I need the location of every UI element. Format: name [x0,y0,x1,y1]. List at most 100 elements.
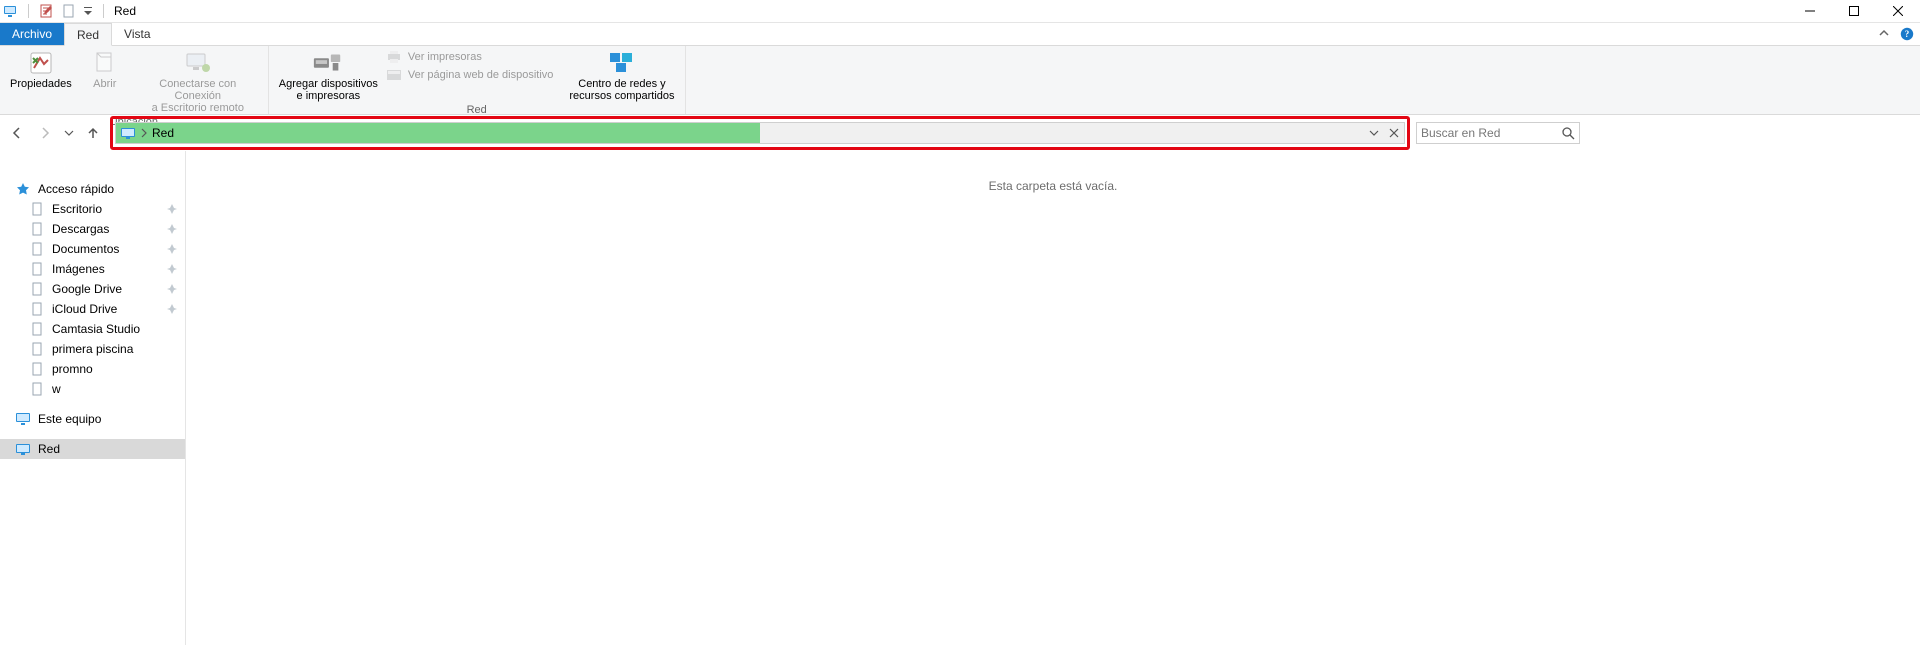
collapse-ribbon-icon[interactable] [1878,28,1890,40]
maximize-button[interactable] [1832,0,1876,22]
close-button[interactable] [1876,0,1920,22]
quick-access-label: Acceso rápido [38,182,114,196]
star-icon [14,182,32,196]
pin-icon [167,244,177,254]
address-location[interactable]: Red [152,126,174,140]
breadcrumb-sep-icon [140,128,148,138]
nav-history-button[interactable] [62,122,76,144]
svg-text:?: ? [1905,29,1910,39]
file-icon [28,242,46,256]
nav-up-button[interactable] [82,122,104,144]
content-area: Esta carpeta está vacía. [186,151,1920,645]
this-pc[interactable]: Este equipo [0,409,185,429]
quick-access-item-label: w [52,382,61,396]
quick-access-item-label: iCloud Drive [52,302,117,316]
network-center-icon [606,50,638,76]
file-icon [28,282,46,296]
ribbon-tabs: Archivo Red Vista ? [0,23,1920,46]
file-icon [28,382,46,396]
open-label: Abrir [93,78,116,90]
address-dropdown-button[interactable] [1364,128,1384,138]
add-devices-icon [312,50,344,76]
quick-access-item-label: Google Drive [52,282,122,296]
file-icon [28,322,46,336]
printer-icon [386,50,402,64]
file-icon [28,362,46,376]
view-device-page-button: Ver página web de dispositivo [386,68,554,82]
pin-icon [167,204,177,214]
file-icon [28,222,46,236]
pin-icon [167,264,177,274]
properties-label: Propiedades [10,78,72,90]
pin-icon [167,224,177,234]
window-title: Red [114,4,136,18]
search-box[interactable]: Buscar en Red [1416,122,1580,144]
quick-access-item-label: Escritorio [52,202,102,216]
add-devices-label: Agregar dispositivos e impresoras [279,78,378,102]
quick-access-item[interactable]: Imágenes [0,259,185,279]
network-center-label: Centro de redes y recursos compartidos [569,78,674,102]
search-placeholder: Buscar en Red [1421,126,1561,140]
qat-blank-icon[interactable] [61,3,77,19]
device-page-icon [386,68,402,82]
tab-file[interactable]: Archivo [0,23,64,45]
quick-access-item[interactable]: Google Drive [0,279,185,299]
quick-access-item[interactable]: iCloud Drive [0,299,185,319]
nav-back-button[interactable] [6,122,28,144]
quick-access-item-label: Descargas [52,222,109,236]
help-icon[interactable]: ? [1900,27,1914,41]
file-icon [28,202,46,216]
properties-button[interactable]: Propiedades [6,48,76,92]
monitor-icon [14,412,32,426]
network-app-icon [2,3,18,19]
quick-access-item[interactable]: Escritorio [0,199,185,219]
tab-network[interactable]: Red [64,23,112,46]
search-icon [1561,126,1575,140]
tab-view[interactable]: Vista [112,23,162,45]
quick-access-item-label: primera piscina [52,342,133,356]
file-icon [28,342,46,356]
quick-access-item[interactable]: w [0,379,185,399]
view-printers-label: Ver impresoras [408,51,482,63]
view-device-page-label: Ver página web de dispositivo [408,69,554,81]
view-printers-button: Ver impresoras [386,50,554,64]
quick-access[interactable]: Acceso rápido [0,179,185,199]
rdp-label: Conectarse con Conexión a Escritorio rem… [138,78,258,114]
address-stop-button[interactable] [1384,128,1404,138]
network-icon [14,442,32,456]
qat-dropdown-icon[interactable] [83,3,93,19]
open-icon [89,50,121,76]
quick-access-item[interactable]: promno [0,359,185,379]
quick-access-item[interactable]: Documentos [0,239,185,259]
quick-access-item-label: Documentos [52,242,119,256]
pin-icon [167,284,177,294]
file-icon [28,262,46,276]
empty-folder-message: Esta carpeta está vacía. [989,179,1118,193]
quick-access-item-label: Imágenes [52,262,105,276]
nav-row: Red Buscar en Red [0,115,1920,151]
address-bar[interactable]: Red [115,122,1405,144]
open-button: Abrir [76,48,134,92]
add-devices-button[interactable]: Agregar dispositivos e impresoras [275,48,382,104]
qat-properties-icon[interactable] [39,3,55,19]
address-network-icon [120,126,136,140]
quick-access-item-label: promno [52,362,93,376]
ribbon: Propiedades Abrir Conectarse con Conexió… [0,46,1920,115]
nav-tree: Acceso rápido Escritorio Descargas Documen… [0,151,186,645]
address-highlight: Red [110,116,1410,150]
file-icon [28,302,46,316]
nav-network[interactable]: Red [0,439,185,459]
quick-access-item[interactable]: primera piscina [0,339,185,359]
group-location: Propiedades Abrir Conectarse con Conexió… [0,46,269,114]
pin-icon [167,304,177,314]
network-center-button[interactable]: Centro de redes y recursos compartidos [565,48,678,104]
quick-access-item[interactable]: Descargas [0,219,185,239]
address-progress [116,123,760,143]
nav-network-label: Red [38,442,60,456]
minimize-button[interactable] [1788,0,1832,22]
rdp-button: Conectarse con Conexión a Escritorio rem… [134,48,262,116]
group-network: Agregar dispositivos e impresoras Ver im… [269,46,686,114]
properties-icon [25,50,57,76]
quick-access-item[interactable]: Camtasia Studio [0,319,185,339]
titlebar: Red [0,0,1920,23]
